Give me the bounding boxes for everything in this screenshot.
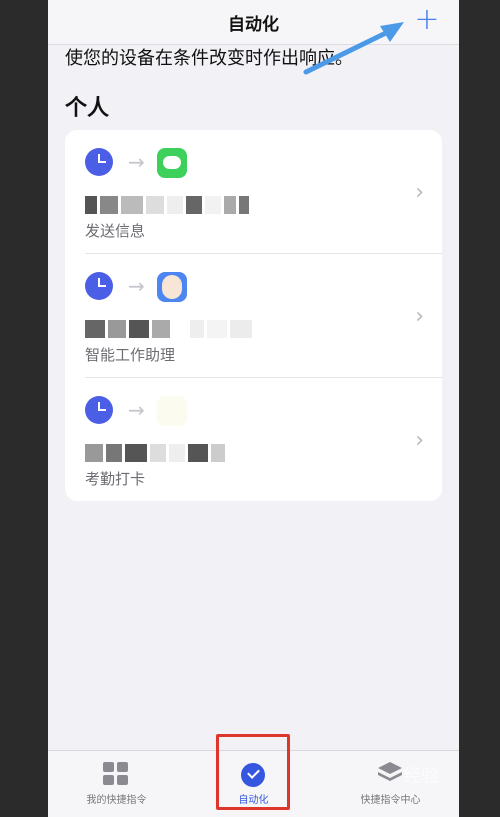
arrow-right-icon: →	[128, 274, 145, 298]
automation-row[interactable]: → 智能工作助理 ›	[65, 254, 442, 378]
grid-icon	[103, 762, 129, 786]
clock-icon	[85, 396, 113, 424]
redacted-automation-name	[85, 320, 255, 338]
arrow-right-icon: →	[128, 398, 145, 422]
chevron-right-icon: ›	[415, 304, 424, 329]
redacted-automation-name	[85, 444, 228, 462]
automation-action-label: 智能工作助理	[85, 346, 176, 364]
section-title-personal: 个人	[65, 96, 110, 121]
navigation-bar: 自动化 +	[48, 0, 459, 45]
page-title: 自动化	[228, 15, 279, 35]
watermark: 经验	[403, 766, 439, 787]
add-automation-button[interactable]: +	[411, 4, 443, 36]
automation-action-label: 考勤打卡	[85, 470, 146, 488]
phone-screen: 自动化 + 使您的设备在条件改变时作出响应。 个人 → 发送信息 › → 智能工…	[48, 0, 459, 817]
redacted-automation-name	[85, 196, 252, 214]
work-assistant-icon	[157, 272, 187, 302]
page-subtitle: 使您的设备在条件改变时作出响应。	[65, 48, 353, 69]
chevron-right-icon: ›	[415, 180, 424, 205]
arrow-right-icon: →	[128, 150, 145, 174]
messages-icon	[157, 148, 187, 178]
clock-icon	[85, 272, 113, 300]
tab-my-shortcuts[interactable]: 我的快捷指令	[48, 751, 185, 817]
automation-list: → 发送信息 › → 智能工作助理 › → 考勤打卡 ›	[65, 130, 442, 501]
automation-action-label: 发送信息	[85, 222, 146, 240]
clock-icon	[85, 148, 113, 176]
tab-label: 快捷指令中心	[360, 795, 421, 806]
automation-row[interactable]: → 发送信息 ›	[65, 130, 442, 254]
annotation-highlight-box	[216, 734, 290, 810]
tab-label: 我的快捷指令	[86, 795, 147, 806]
chevron-right-icon: ›	[415, 428, 424, 453]
gallery-icon	[378, 762, 402, 781]
attendance-icon	[157, 396, 187, 426]
automation-row[interactable]: → 考勤打卡 ›	[65, 378, 442, 501]
